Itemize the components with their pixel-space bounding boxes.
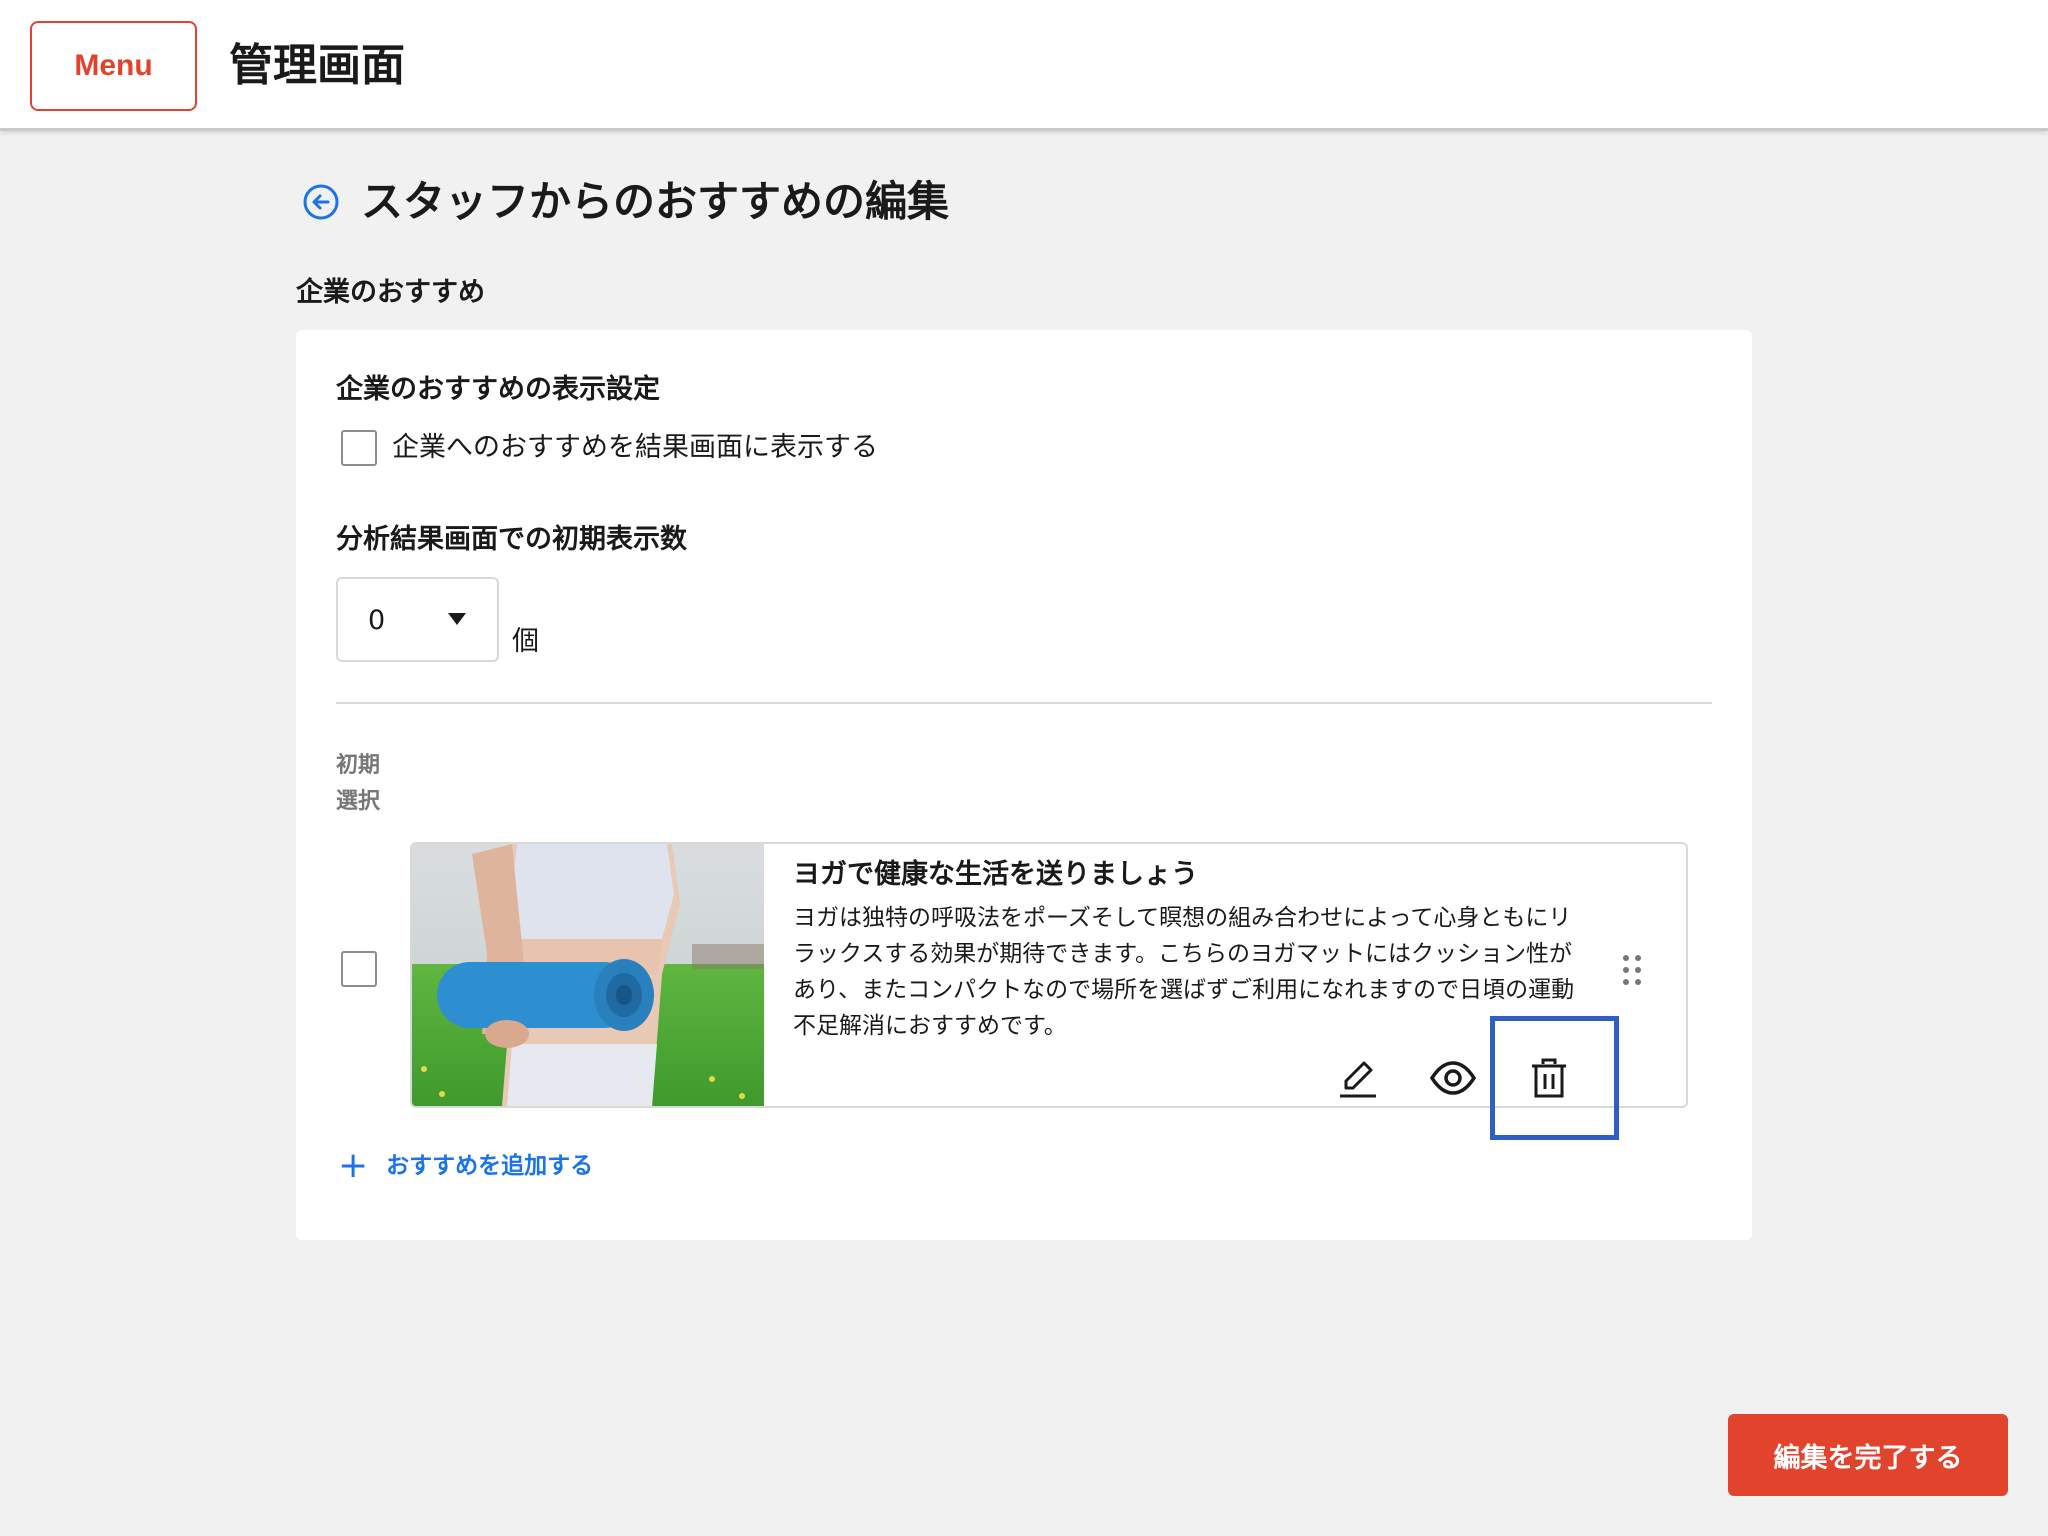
edit-button[interactable] [1332, 1052, 1384, 1104]
app-header: Menu 管理画面 [0, 0, 2048, 131]
plus-icon: + [338, 1145, 369, 1186]
page-title: スタッフからのおすすめの編集 [361, 177, 950, 226]
item-select-checkbox[interactable] [341, 951, 377, 987]
add-recommendation-link[interactable]: + おすすめを追加する [338, 1148, 593, 1184]
delete-button[interactable] [1523, 1052, 1575, 1104]
dropdown-arrow-icon [448, 613, 466, 625]
recommendation-description: ヨガは独特の呼吸法をポーズそして瞑想の組み合わせによって心身ともにリラックスする… [793, 905, 1575, 1039]
initial-count-select[interactable]: 0 [336, 577, 499, 662]
count-unit: 個 [512, 626, 539, 657]
settings-card: 企業のおすすめの表示設定 企業へのおすすめを結果画面に表示する 分析結果画面での… [296, 330, 1752, 1240]
preview-button[interactable] [1427, 1052, 1479, 1104]
back-arrow-icon[interactable] [301, 182, 341, 222]
add-recommendation-label: おすすめを追加する [386, 1153, 594, 1179]
menu-button[interactable]: Menu [30, 21, 197, 111]
display-settings-heading: 企業のおすすめの表示設定 [336, 374, 660, 405]
show-on-results-checkbox[interactable] [341, 430, 377, 466]
initial-count-heading: 分析結果画面での初期表示数 [336, 524, 687, 555]
initial-select-column-header: 初期 選択 [336, 753, 381, 814]
app-title: 管理画面 [229, 40, 405, 91]
trash-icon [1532, 1058, 1566, 1098]
show-on-results-label[interactable]: 企業へのおすすめを結果画面に表示する [392, 430, 878, 466]
recommendation-title: ヨガで健康な生活を送りましょう [793, 859, 1198, 890]
section-title: 企業のおすすめ [296, 277, 485, 308]
eye-icon [1429, 1061, 1477, 1095]
finish-editing-button[interactable]: 編集を完了する [1728, 1414, 2008, 1496]
yoga-mat-image [412, 844, 764, 1106]
pencil-icon [1340, 1061, 1376, 1098]
initial-count-value: 0 [368, 605, 386, 636]
divider [336, 702, 1712, 704]
recommendation-item: ヨガで健康な生活を送りましょう ヨガは独特の呼吸法をポーズそして瞑想の組み合わせ… [410, 842, 1688, 1108]
drag-handle-icon[interactable] [1620, 952, 1644, 992]
